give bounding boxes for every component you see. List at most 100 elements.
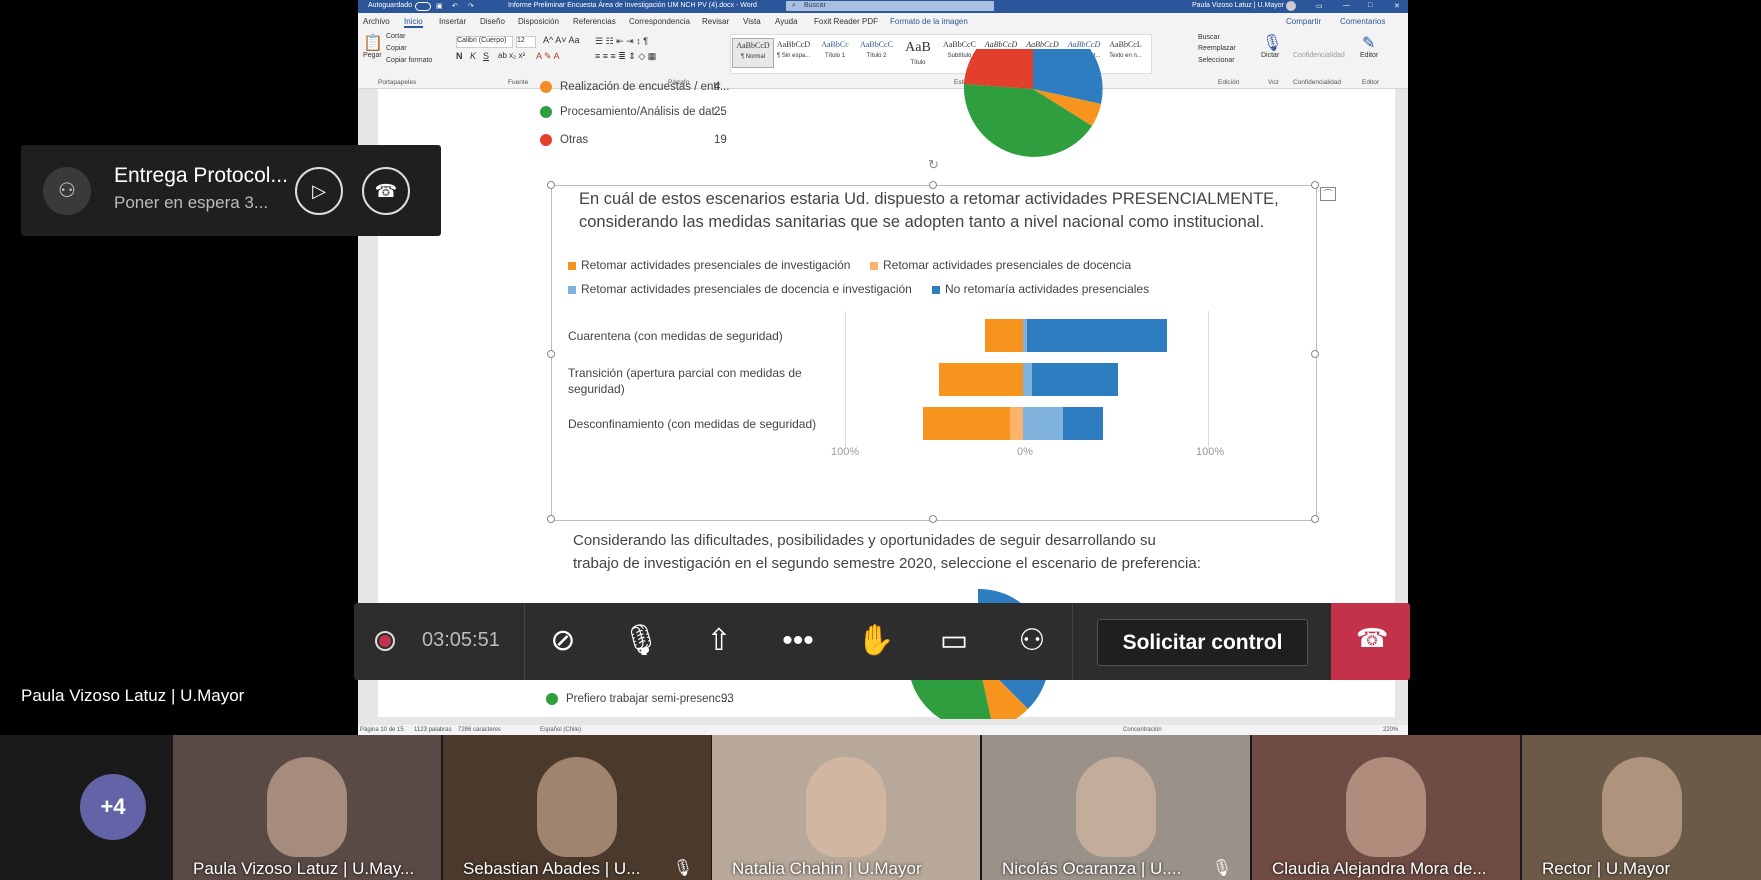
bar-segment[interactable] bbox=[922, 407, 1011, 440]
zoom-level[interactable]: 220% bbox=[1383, 727, 1398, 733]
page-indicator[interactable]: Página 10 de 15 bbox=[360, 727, 404, 733]
participant-video bbox=[1601, 757, 1682, 857]
tab-inicio[interactable]: Inicio bbox=[404, 17, 423, 28]
resize-handle[interactable] bbox=[1311, 350, 1319, 358]
paste-button[interactable]: Pegar bbox=[363, 52, 382, 59]
resize-handle[interactable] bbox=[547, 515, 555, 523]
participant-tile[interactable]: Natalia Chahin | U.Mayor bbox=[712, 735, 980, 880]
minimize-icon[interactable]: — bbox=[1343, 2, 1350, 9]
language-indicator[interactable]: Español (Chile) bbox=[540, 727, 581, 733]
request-control-button[interactable]: Solicitar control bbox=[1097, 619, 1308, 666]
select-button[interactable]: Seleccionar bbox=[1198, 57, 1235, 64]
participant-tile[interactable]: Rector | U.Mayor bbox=[1522, 735, 1761, 880]
close-icon[interactable]: ✕ bbox=[1394, 2, 1400, 10]
confidentiality-button[interactable]: Confidencialidad bbox=[1293, 52, 1345, 59]
ribbon-tabs: Archivo Inicio Insertar Diseño Disposici… bbox=[358, 13, 1408, 30]
chat-icon[interactable]: ▭ bbox=[934, 623, 974, 659]
font-color-icon[interactable]: A ✎ A bbox=[536, 51, 560, 62]
bar-segment[interactable] bbox=[1023, 407, 1064, 440]
bar-segment[interactable] bbox=[1063, 407, 1104, 440]
undo-icon[interactable]: ↶ bbox=[452, 2, 458, 10]
camera-off-icon[interactable]: ⊘ bbox=[543, 623, 583, 659]
tab-insertar[interactable]: Insertar bbox=[439, 17, 466, 26]
bar-segment[interactable] bbox=[1023, 363, 1033, 396]
more-participants-button[interactable]: +4 bbox=[80, 774, 146, 840]
tab-diseno[interactable]: Diseño bbox=[480, 17, 505, 26]
tab-foxit[interactable]: Foxit Reader PDF bbox=[814, 17, 878, 26]
share-button[interactable]: Compartir bbox=[1286, 17, 1321, 26]
tab-revisar[interactable]: Revisar bbox=[702, 17, 729, 26]
underline-button[interactable]: S bbox=[483, 51, 489, 61]
style-name: Título 2 bbox=[866, 53, 887, 59]
focus-mode-button[interactable]: Concentración bbox=[1123, 727, 1162, 733]
dictate-button[interactable]: Dictar bbox=[1261, 52, 1279, 59]
participants-icon[interactable]: ⚇ bbox=[1012, 623, 1052, 659]
tab-ayuda[interactable]: Ayuda bbox=[775, 17, 798, 26]
char-count[interactable]: 7286 caracteres bbox=[458, 727, 501, 733]
find-button[interactable]: Buscar bbox=[1198, 34, 1220, 41]
leave-call-button[interactable]: ☎ bbox=[1331, 603, 1410, 680]
word-count[interactable]: 1123 palabras bbox=[414, 727, 452, 733]
tab-correspondencia[interactable]: Correspondencia bbox=[629, 17, 690, 26]
tab-formato-imagen[interactable]: Formato de la imagen bbox=[890, 17, 968, 26]
style-0[interactable]: AaBbCcD ¶ Normal bbox=[732, 38, 774, 68]
bar-segment[interactable] bbox=[1026, 319, 1167, 352]
tab-disposicion[interactable]: Disposición bbox=[518, 17, 559, 26]
editor-button[interactable]: Editor bbox=[1360, 52, 1378, 59]
style-3[interactable]: AaBbCcC Título 2 bbox=[857, 38, 897, 66]
redo-icon[interactable]: ↷ bbox=[468, 2, 474, 10]
style-1[interactable]: AaBbCcD ¶ Sin espa... bbox=[774, 38, 814, 66]
share-screen-icon[interactable]: ⇧ bbox=[699, 623, 739, 659]
bar-segment[interactable] bbox=[984, 319, 1023, 352]
participant-tile[interactable]: Claudia Alejandra Mora de... bbox=[1252, 735, 1520, 880]
microphone-icon[interactable]: 🎙 bbox=[1262, 33, 1282, 53]
save-icon[interactable]: ▣ bbox=[436, 2, 443, 10]
autosave-toggle[interactable] bbox=[415, 2, 431, 11]
resize-handle[interactable] bbox=[1311, 181, 1319, 189]
style-4[interactable]: AaB Título bbox=[898, 38, 938, 66]
maximize-icon[interactable]: □ bbox=[1368, 2, 1372, 9]
more-actions-icon[interactable]: ••• bbox=[778, 623, 818, 659]
tab-referencias[interactable]: Referencias bbox=[573, 17, 616, 26]
tab-archivo[interactable]: Archivo bbox=[363, 17, 390, 26]
chart-selection-frame[interactable] bbox=[551, 185, 1317, 521]
strike-icon[interactable]: ab x₂ x² bbox=[498, 51, 525, 60]
mic-off-icon[interactable]: 🎙 bbox=[621, 623, 661, 659]
editor-icon[interactable]: ✎ bbox=[1362, 33, 1375, 53]
layout-options-icon[interactable]: ⌒ bbox=[1320, 187, 1336, 201]
bar-segment[interactable] bbox=[1010, 407, 1023, 440]
resize-handle[interactable] bbox=[1311, 515, 1319, 523]
tab-vista[interactable]: Vista bbox=[743, 17, 761, 26]
style-9[interactable]: AaBbCcL Texto en n... bbox=[1106, 38, 1146, 66]
raise-hand-icon[interactable]: ✋ bbox=[856, 623, 896, 659]
italic-button[interactable]: K bbox=[470, 51, 476, 61]
rotate-handle-icon[interactable]: ↻ bbox=[928, 157, 939, 173]
user-name[interactable]: Paula Vizoso Latuz | U.Mayor bbox=[1192, 2, 1284, 9]
list-icons[interactable]: ☰ ☷ ⇤ ⇥ ↕ ¶ bbox=[595, 36, 648, 47]
style-2[interactable]: AaBbCc Título 1 bbox=[815, 38, 855, 66]
participant-tile[interactable]: Nicolás Ocaranza | U.... 🎙 bbox=[982, 735, 1250, 880]
align-icons[interactable]: ≡ ≡ ≡ ≣ ⇕ ◇ ▦ bbox=[595, 51, 656, 62]
font-size-select[interactable]: 12 bbox=[516, 36, 536, 48]
search-box[interactable]: ⌕ Buscar bbox=[786, 1, 994, 11]
paste-icon[interactable]: 📋 bbox=[363, 33, 383, 53]
copy-button[interactable]: Copiar bbox=[386, 45, 407, 52]
bold-button[interactable]: N bbox=[456, 51, 463, 61]
replace-button[interactable]: Reemplazar bbox=[1198, 45, 1236, 52]
resize-handle[interactable] bbox=[929, 515, 937, 523]
font-name-select[interactable]: Calibri (Cuerpo) bbox=[456, 36, 513, 48]
bar-segment[interactable] bbox=[939, 363, 1023, 396]
resume-button[interactable]: ▷ bbox=[295, 167, 343, 215]
end-call-button[interactable]: ☎ bbox=[362, 167, 410, 215]
bar-segment[interactable] bbox=[1032, 363, 1118, 396]
ribbon-display-icon[interactable]: ▭ bbox=[1316, 2, 1323, 10]
resize-handle[interactable] bbox=[547, 350, 555, 358]
comments-button[interactable]: Comentarios bbox=[1340, 17, 1385, 26]
participant-tile[interactable]: Sebastian Abades | U... 🎙 bbox=[443, 735, 711, 880]
resize-handle[interactable] bbox=[547, 181, 555, 189]
cut-button[interactable]: Cortar bbox=[386, 33, 405, 40]
format-painter-button[interactable]: Copiar formato bbox=[386, 57, 432, 64]
grow-font-icon[interactable]: A^ A˅ Aa bbox=[543, 35, 580, 45]
avatar[interactable] bbox=[1286, 1, 1296, 11]
participant-tile[interactable]: Paula Vizoso Latuz | U.May... bbox=[173, 735, 441, 880]
